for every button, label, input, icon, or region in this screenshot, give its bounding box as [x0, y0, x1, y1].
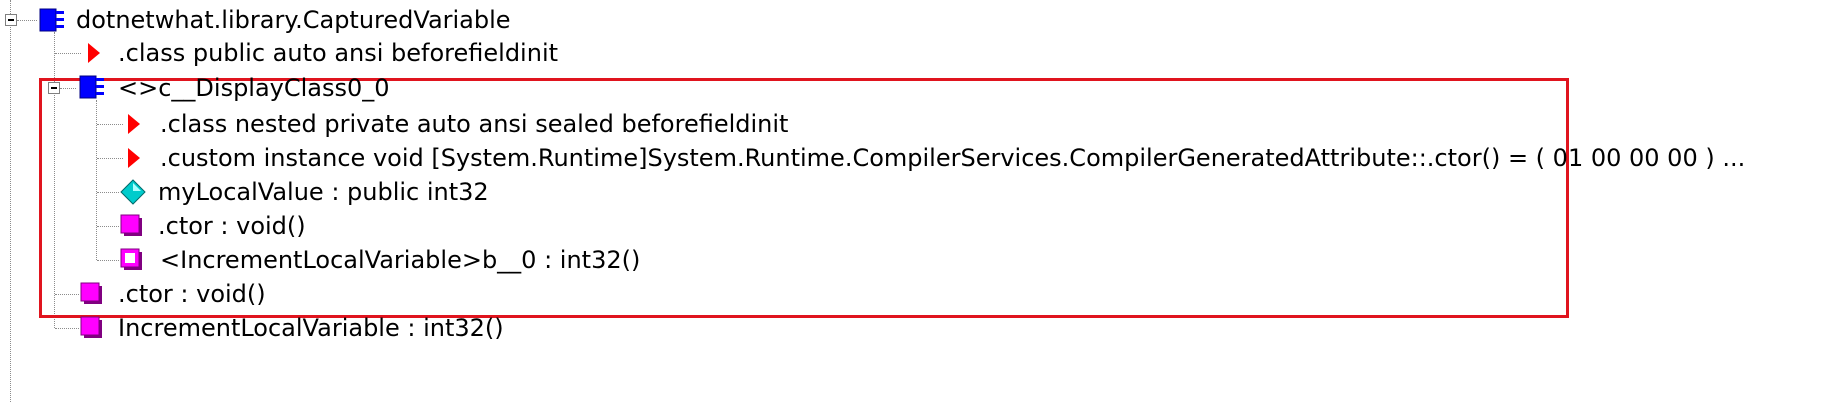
- tree-connector: [55, 53, 81, 54]
- tree-node-display-class-label[interactable]: <>c__DisplayClass0_0: [118, 70, 390, 106]
- tree-connector: [55, 328, 79, 329]
- tree-node-field[interactable]: myLocalValue : public int32: [158, 174, 489, 210]
- cyan-diamond-icon: [120, 179, 146, 205]
- magenta-method-icon: [80, 316, 102, 338]
- red-triangle-icon: [128, 114, 140, 134]
- tree-connector: [97, 124, 123, 125]
- tree-connector: [55, 294, 79, 295]
- red-triangle-icon: [88, 43, 100, 63]
- collapse-toggle[interactable]: [48, 82, 60, 94]
- magenta-method-icon: [80, 282, 102, 304]
- tree-node-custom-attribute[interactable]: .custom instance void [System.Runtime]Sy…: [160, 140, 1745, 176]
- tree-node-increment-method[interactable]: IncrementLocalVariable : int32(): [118, 310, 504, 346]
- tree-guide-line: [10, 0, 11, 402]
- tree-connector: [97, 192, 119, 193]
- tree-node-class-directive[interactable]: .class public auto ansi beforefieldinit: [118, 35, 558, 71]
- tree-node-lambda-method[interactable]: <IncrementLocalVariable>b__0 : int32(): [160, 242, 640, 278]
- tree-node-root-label[interactable]: dotnetwhat.library.CapturedVariable: [76, 2, 511, 38]
- tree-connector: [17, 20, 37, 21]
- collapse-toggle[interactable]: [5, 14, 17, 26]
- hollow-method-icon: [120, 248, 142, 270]
- tree-connector: [97, 226, 119, 227]
- tree-connector: [97, 260, 119, 261]
- class-icon: [79, 75, 104, 99]
- tree-node-nested-ctor[interactable]: .ctor : void(): [158, 208, 306, 244]
- tree-connector: [97, 158, 123, 159]
- tree-node-ctor[interactable]: .ctor : void(): [118, 276, 266, 312]
- tree-connector: [60, 88, 76, 89]
- magenta-method-icon: [120, 214, 142, 236]
- class-icon: [39, 8, 64, 32]
- red-triangle-icon: [128, 148, 140, 168]
- tree-node-nested-class-directive[interactable]: .class nested private auto ansi sealed b…: [160, 106, 788, 142]
